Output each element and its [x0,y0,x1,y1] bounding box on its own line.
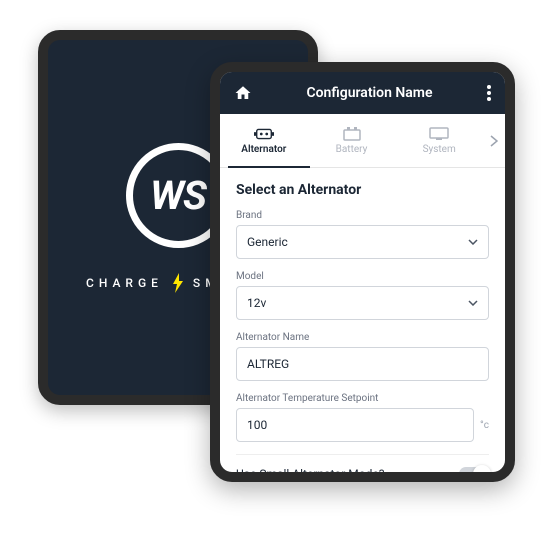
home-icon[interactable] [234,84,252,102]
app-header: Configuration Name [220,72,505,114]
toggle-row-small-mode: Use Small Alternator Mode? [236,454,489,472]
temp-input[interactable]: 100 [236,408,474,442]
temp-unit: °c [480,420,489,431]
system-icon [429,127,449,141]
page-title: Configuration Name [306,85,432,101]
section-title: Select an Alternator [236,182,489,198]
alt-name-input[interactable]: ALTREG [236,347,489,381]
chevron-down-icon [468,300,478,306]
tabs: Alternator Battery System [220,114,505,168]
alt-name-label: Alternator Name [236,332,489,343]
chevron-right-icon[interactable] [483,135,505,147]
chevron-down-icon [468,239,478,245]
model-select[interactable]: 12v [236,286,489,320]
tab-label: System [423,144,456,155]
brand-value: Generic [247,235,288,249]
battery-icon [342,127,362,141]
tab-label: Alternator [241,144,286,155]
logo-text: WS [150,172,206,219]
model-label: Model [236,271,489,282]
brand-select[interactable]: Generic [236,225,489,259]
tagline-left: CHARGE [86,276,163,290]
temp-label: Alternator Temperature Setpoint [236,393,489,404]
config-tablet: Configuration Name Alternator Battery Sy… [210,62,515,482]
model-value: 12v [247,296,266,310]
lightning-icon [171,273,185,293]
brand-label: Brand [236,210,489,221]
tab-system[interactable]: System [395,127,483,155]
active-tab-underline [228,166,310,168]
more-icon[interactable] [487,85,491,101]
content-area: Select an Alternator Brand Generic Model… [220,168,505,472]
tab-alternator[interactable]: Alternator [220,127,308,155]
toggle-label: Use Small Alternator Mode? [236,467,384,472]
toggle-small-mode[interactable] [459,467,489,472]
alt-name-value: ALTREG [247,357,289,371]
alternator-icon [254,127,274,141]
tab-label: Battery [336,144,368,155]
temp-value: 100 [247,418,267,432]
tab-battery[interactable]: Battery [308,127,396,155]
